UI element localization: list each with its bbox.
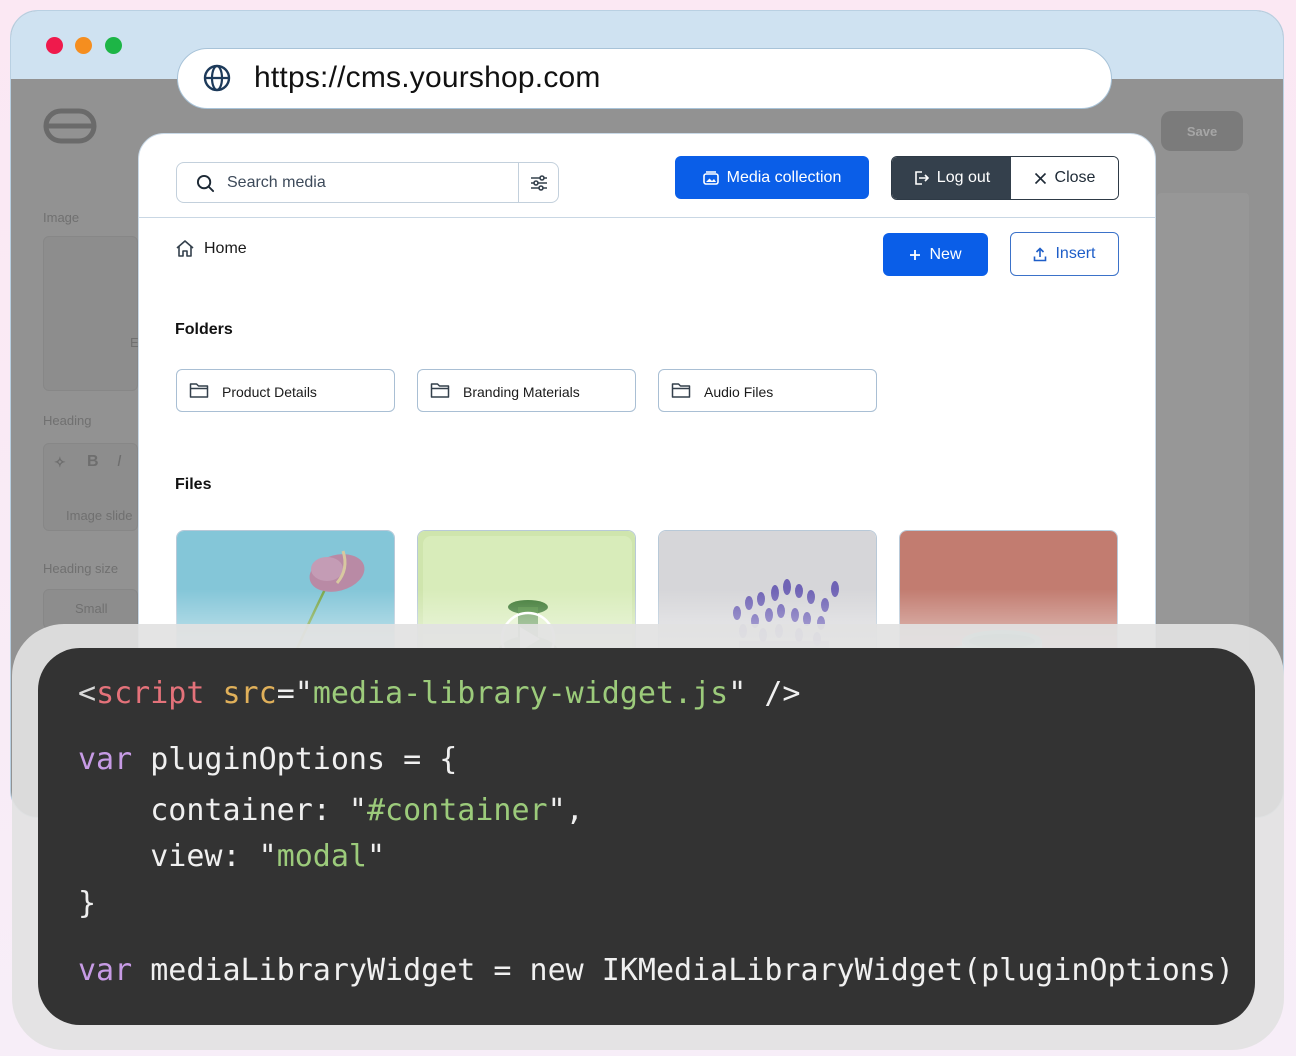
search-input[interactable]: Search media [227, 174, 326, 192]
bold-button[interactable]: B [87, 453, 99, 471]
code-line-4: view: "modal" [78, 839, 386, 874]
code-snippet: <script src="media-library-widget.js" />… [38, 648, 1255, 1025]
breadcrumb[interactable]: Home [175, 239, 247, 258]
new-label: New [929, 245, 962, 263]
upload-icon [1034, 246, 1047, 261]
cms-heading-input[interactable]: Image slide [66, 508, 132, 523]
cms-heading-size-value: Small [75, 601, 108, 616]
folder-icon [430, 383, 450, 398]
cms-heading-size-select[interactable]: Small [43, 589, 138, 629]
media-library-modal: Search media Media collection Log out Cl… [138, 133, 1156, 693]
code-line-1: <script src="media-library-widget.js" /> [78, 676, 801, 711]
media-collection-label: Media collection [726, 168, 842, 186]
search-icon [196, 174, 215, 193]
plus-icon [910, 249, 921, 260]
cms-save-button[interactable]: Save [1161, 111, 1243, 151]
folders-heading: Folders [175, 321, 233, 338]
logout-label: Log out [936, 169, 991, 186]
cms-heading-size-label: Heading size [43, 561, 119, 576]
cms-image-dropzone[interactable]: E [43, 236, 139, 391]
folder-icon [189, 383, 209, 398]
cms-logo [43, 108, 97, 144]
window-minimize-dot[interactable] [75, 37, 92, 54]
files-heading: Files [175, 476, 212, 493]
logout-icon [914, 171, 929, 185]
code-line-3: container: "#container", [78, 793, 584, 828]
close-button[interactable]: Close [1011, 157, 1118, 199]
folder-label: Branding Materials [463, 384, 580, 400]
folder-item[interactable]: Branding Materials [417, 369, 636, 412]
url-text: https://cms.yourshop.com [254, 61, 601, 94]
folder-icon [671, 383, 691, 398]
header-divider [139, 217, 1155, 218]
window-close-dot[interactable] [46, 37, 63, 54]
italic-button[interactable]: I [117, 453, 121, 471]
home-icon [176, 240, 194, 257]
media-collection-button[interactable]: Media collection [675, 156, 869, 199]
insert-label: Insert [1055, 245, 1096, 262]
cms-heading-label: Heading [43, 413, 92, 428]
code-line-2: var pluginOptions = { [78, 742, 458, 777]
folder-item[interactable]: Audio Files [658, 369, 877, 412]
sparkle-icon[interactable]: ✧ [54, 454, 66, 471]
folder-label: Audio Files [704, 384, 774, 400]
close-label: Close [1054, 169, 1096, 186]
filter-icon [530, 174, 547, 191]
new-button[interactable]: New [883, 233, 988, 276]
search-field[interactable]: Search media [176, 162, 559, 203]
window-maximize-dot[interactable] [105, 37, 122, 54]
cms-heading-editor[interactable]: ✧ B I Image slide [43, 443, 138, 531]
folder-item[interactable]: Product Details [176, 369, 395, 412]
address-bar[interactable]: https://cms.yourshop.com [177, 48, 1112, 109]
filter-button[interactable] [518, 163, 558, 202]
media-collection-icon [702, 170, 719, 185]
cms-image-label: Image [43, 210, 80, 225]
globe-icon [203, 64, 231, 92]
breadcrumb-home[interactable]: Home [204, 240, 247, 258]
insert-button[interactable]: Insert [1010, 232, 1119, 276]
code-line-5: } [78, 886, 97, 921]
session-button-group: Log out Close [891, 156, 1119, 200]
cms-preview-panel [1157, 193, 1249, 663]
close-icon [1034, 172, 1046, 184]
code-line-6: var mediaLibraryWidget = new IKMediaLibr… [78, 953, 1234, 988]
folder-label: Product Details [222, 384, 317, 400]
logout-button[interactable]: Log out [892, 157, 1011, 199]
